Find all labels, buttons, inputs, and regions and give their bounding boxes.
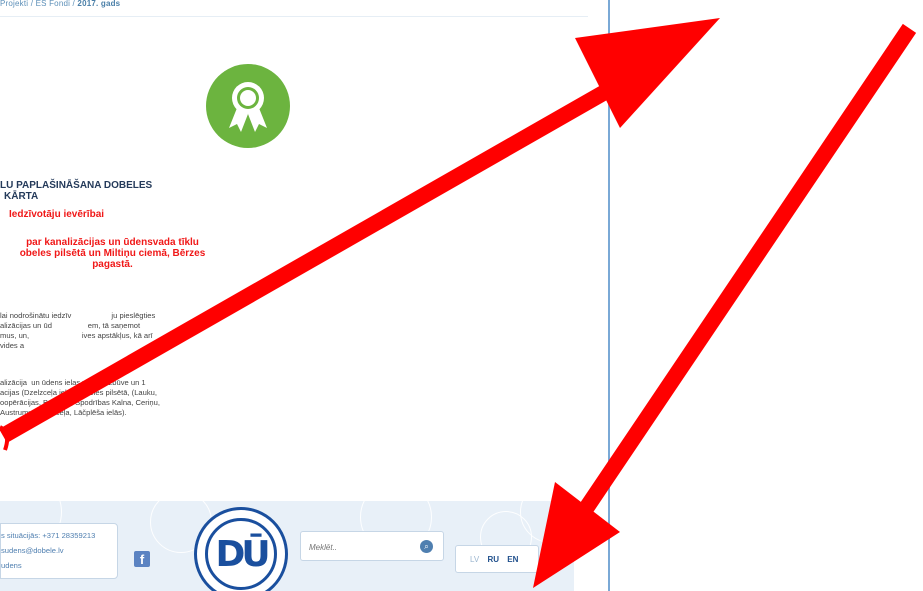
language-switcher: LV RU EN [455, 545, 539, 573]
award-ribbon-icon [206, 64, 290, 148]
red-notice: par kanalizācijas un ūdensvada tīklu obe… [0, 237, 225, 270]
article-title-line: KĀRTA [4, 191, 39, 202]
company-logo[interactable]: DŪ [194, 507, 288, 591]
paragraph-line: vides a [0, 341, 25, 350]
paragraph-line: Austrumu, Dzelzceļa, Lāčplēša ielās). [0, 408, 127, 417]
paragraph-line: mus, un, ives apstākļus, kā arī [0, 331, 153, 340]
arrow-up-right-head [575, 18, 720, 128]
website-link[interactable]: udens [1, 558, 117, 573]
vertical-divider [608, 0, 610, 591]
paragraph-line: lai nodrošinātu iedzīv ju pieslēgties [0, 311, 156, 320]
breadcrumb: Projekti / ES Fondi / 2017. gads [0, 0, 588, 17]
red-subtitle-text: Iedzīvotāju ievērībai [9, 209, 105, 220]
emergency-phone[interactable]: s situācijās: +371 28359213 [1, 528, 117, 543]
search-input[interactable] [307, 539, 411, 555]
paragraph-line: acijas (Dzelzceļa ielā) Dobeles pilsētā,… [0, 388, 158, 397]
facebook-icon[interactable]: f [134, 551, 150, 567]
breadcrumb-current: 2017. gads [77, 0, 121, 8]
breadcrumb-item-es-fondi[interactable]: ES Fondi [36, 0, 71, 8]
red-notice-line: obeles pilsētā un Miltiņu ciemā, Bērzes [19, 248, 206, 259]
article-title: LU PAPLAŠINĀŠANA DOBELES KĀRTA [0, 180, 240, 202]
red-notice-line: par kanalizācijas un ūdensvada tīklu [26, 237, 199, 248]
article-paragraph-2: alizācija un ūdens ielas vadus izbūve un… [0, 378, 238, 418]
email-link[interactable]: sudens@dobele.lv [1, 543, 117, 558]
paragraph-line: alizācija un ūdens ielas vadus izbūve un… [0, 378, 146, 387]
language-lv[interactable]: LV [470, 555, 479, 564]
search-icon[interactable]: ⌕ [420, 540, 433, 553]
red-notice-line: pagastā. [92, 259, 133, 270]
footer: s situācijās: +371 28359213 sudens@dobel… [0, 501, 574, 591]
language-en[interactable]: EN [507, 555, 518, 564]
search-box: ⌕ [300, 531, 444, 561]
contact-info: s situācijās: +371 28359213 sudens@dobel… [0, 523, 118, 579]
page: Projekti / ES Fondi / 2017. gads LU PAPL… [0, 0, 923, 591]
paragraph-line: oopērācijas, Brīvības, Spodrības Kalna, … [0, 398, 160, 407]
language-ru[interactable]: RU [487, 555, 499, 564]
paragraph-line: alizācijas un ūd em, tā saņemot [0, 321, 141, 330]
logo-text: DŪ [205, 518, 277, 590]
arrow-down-left-shaft [573, 23, 917, 522]
breadcrumb-separator: / [30, 0, 34, 8]
article-title-line: LU PAPLAŠINĀŠANA DOBELES [0, 180, 153, 191]
red-circle-mark [0, 425, 10, 451]
breadcrumb-item-projekti[interactable]: Projekti [0, 0, 28, 8]
red-subtitle: Iedzīvotāju ievērībai [0, 209, 240, 220]
article-paragraph-1: lai nodrošinātu iedzīv ju pieslēgties al… [0, 311, 238, 351]
breadcrumb-separator: / [72, 0, 75, 8]
